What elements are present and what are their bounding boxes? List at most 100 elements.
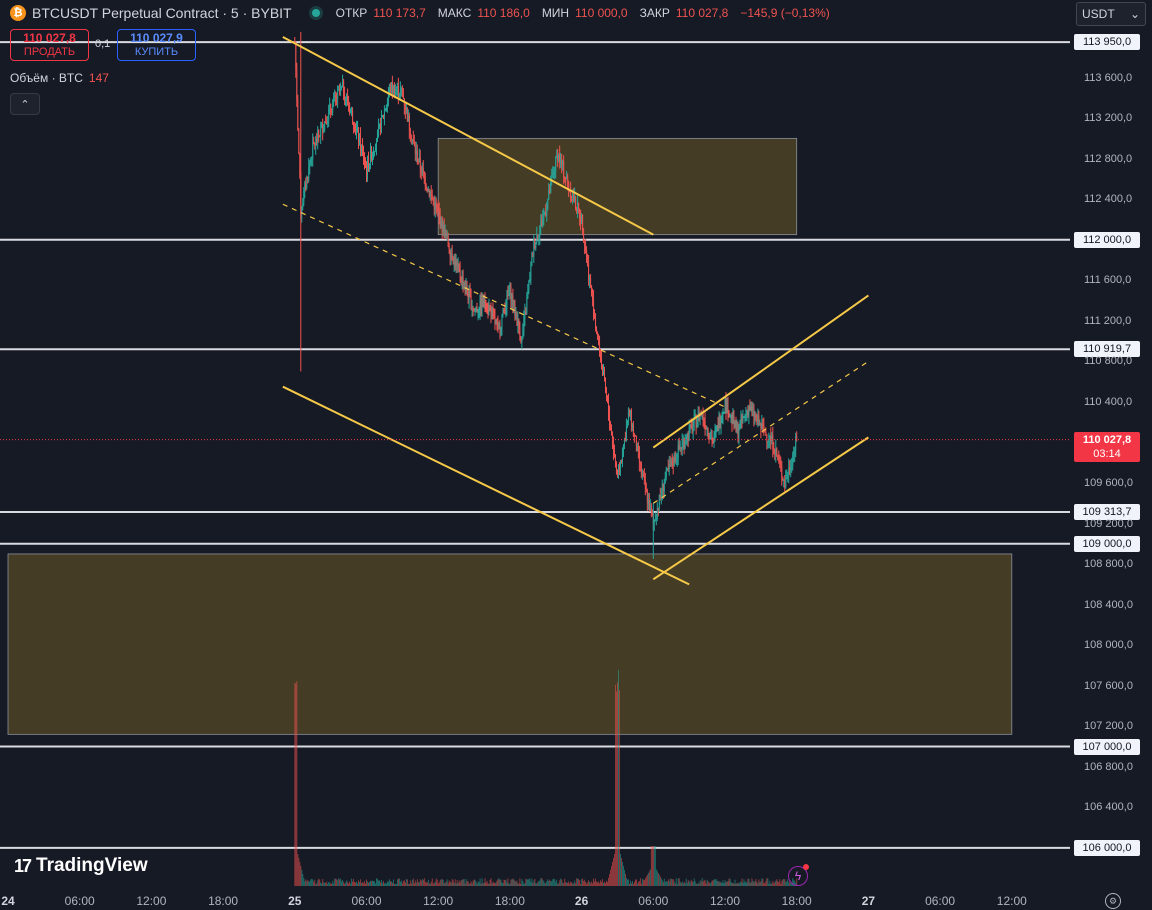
- candle-body: [334, 95, 336, 98]
- volume-bar: [431, 878, 433, 886]
- sell-button[interactable]: 110 027,8 ПРОДАТЬ: [10, 29, 89, 61]
- candle-body: [582, 214, 584, 234]
- candle-body: [353, 122, 355, 127]
- volume-bar: [374, 881, 375, 886]
- candle-body: [454, 257, 456, 267]
- volume-bar: [721, 883, 723, 886]
- candle-body: [609, 414, 610, 425]
- price-tick-label: 110 400,0: [1084, 395, 1133, 408]
- candle-body: [528, 280, 530, 291]
- volume-bar: [560, 878, 562, 886]
- volume-bar: [734, 879, 736, 886]
- volume-bar: [490, 878, 492, 886]
- volume-bar: [468, 883, 470, 886]
- candle-body: [789, 467, 791, 471]
- collapse-legend-button[interactable]: ⌃: [10, 93, 40, 115]
- volume-bar: [788, 882, 790, 886]
- candle-body: [706, 427, 708, 429]
- candle-body: [704, 421, 706, 428]
- price-chart-canvas[interactable]: [0, 0, 1152, 910]
- price-tick-label: 107 600,0: [1084, 679, 1133, 692]
- volume-bar: [299, 861, 301, 886]
- candle-body: [703, 419, 705, 422]
- candle-body: [316, 138, 318, 142]
- volume-bar: [325, 883, 327, 886]
- volume-legend[interactable]: Объём · BTC 147: [10, 71, 109, 85]
- time-tick-label: 12:00: [996, 894, 1027, 908]
- candle-body: [544, 212, 546, 215]
- candle-body: [724, 398, 726, 412]
- volume-value: 147: [88, 71, 109, 85]
- candle-body: [522, 332, 524, 339]
- volume-bar: [366, 879, 367, 886]
- volume-bar: [487, 883, 489, 886]
- volume-bar: [350, 883, 352, 886]
- buy-button[interactable]: 110 027,9 КУПИТЬ: [117, 29, 196, 61]
- volume-bar: [759, 881, 761, 886]
- candle-body: [737, 426, 739, 438]
- candle-body: [685, 441, 687, 443]
- candle-body: [643, 475, 645, 480]
- tradingview-logo[interactable]: 17 TradingView: [14, 855, 148, 877]
- candle-body: [742, 416, 744, 422]
- volume-bar: [440, 879, 442, 886]
- candle-body: [785, 478, 787, 487]
- supply-zone[interactable]: [437, 137, 798, 236]
- candle-body: [383, 115, 384, 117]
- candle-body: [608, 401, 609, 415]
- volume-bar: [597, 882, 599, 886]
- volume-bar: [754, 881, 756, 886]
- volume-bar: [720, 881, 722, 886]
- close-label: ЗАКР: [639, 6, 670, 20]
- volume-bar: [719, 882, 721, 886]
- axis-settings-button[interactable]: ⚙: [1105, 893, 1121, 909]
- volume-bar: [712, 880, 714, 886]
- volume-bar: [421, 879, 423, 886]
- volume-bar: [606, 880, 607, 886]
- candle-body: [346, 96, 348, 99]
- candle-body: [462, 277, 464, 288]
- volume-bar: [452, 880, 454, 886]
- symbol-title[interactable]: BTCUSDT Perpetual Contract · 5 · BYBIT: [32, 5, 292, 21]
- candle-body: [379, 123, 380, 127]
- candle-body: [433, 201, 435, 210]
- volume-bar: [480, 883, 482, 886]
- volume-bar: [752, 880, 754, 886]
- volume-bar: [534, 878, 536, 886]
- volume-bar: [658, 874, 660, 886]
- candle-body: [344, 95, 346, 101]
- time-tick-label: 06:00: [64, 894, 95, 908]
- volume-bar: [780, 883, 782, 886]
- candle-body: [378, 126, 379, 131]
- symbol-legend[interactable]: ₿ BTCUSDT Perpetual Contract · 5 · BYBIT…: [10, 4, 836, 22]
- flash-button[interactable]: ϟ: [788, 864, 809, 886]
- candle-body: [627, 420, 628, 427]
- candle-body: [414, 146, 416, 154]
- candle-body: [500, 326, 502, 332]
- price-tick-label: 112 800,0: [1084, 152, 1133, 165]
- candle-body: [687, 433, 689, 440]
- candle-body: [677, 444, 679, 459]
- volume-bar: [494, 883, 496, 886]
- candle-body: [537, 235, 539, 238]
- volume-bar: [724, 880, 726, 886]
- candle-body: [372, 153, 373, 161]
- volume-bar: [643, 880, 645, 886]
- candle-body: [716, 425, 718, 429]
- volume-bar: [602, 879, 604, 886]
- candle-body: [471, 308, 473, 310]
- candle-body: [661, 484, 663, 496]
- candle-body: [369, 163, 370, 169]
- volume-bar: [337, 880, 339, 886]
- candle-body: [336, 96, 338, 100]
- candle-body: [407, 115, 409, 122]
- candle-body: [455, 261, 457, 267]
- volume-bar: [448, 880, 450, 886]
- volume-bar: [540, 878, 542, 886]
- chart-area[interactable]: [0, 0, 1152, 910]
- currency-select[interactable]: USDT ⌄: [1076, 2, 1146, 26]
- candle-body: [636, 445, 638, 451]
- volume-bar: [411, 879, 413, 886]
- candle-body: [390, 88, 391, 92]
- demand-zone[interactable]: [7, 553, 1013, 735]
